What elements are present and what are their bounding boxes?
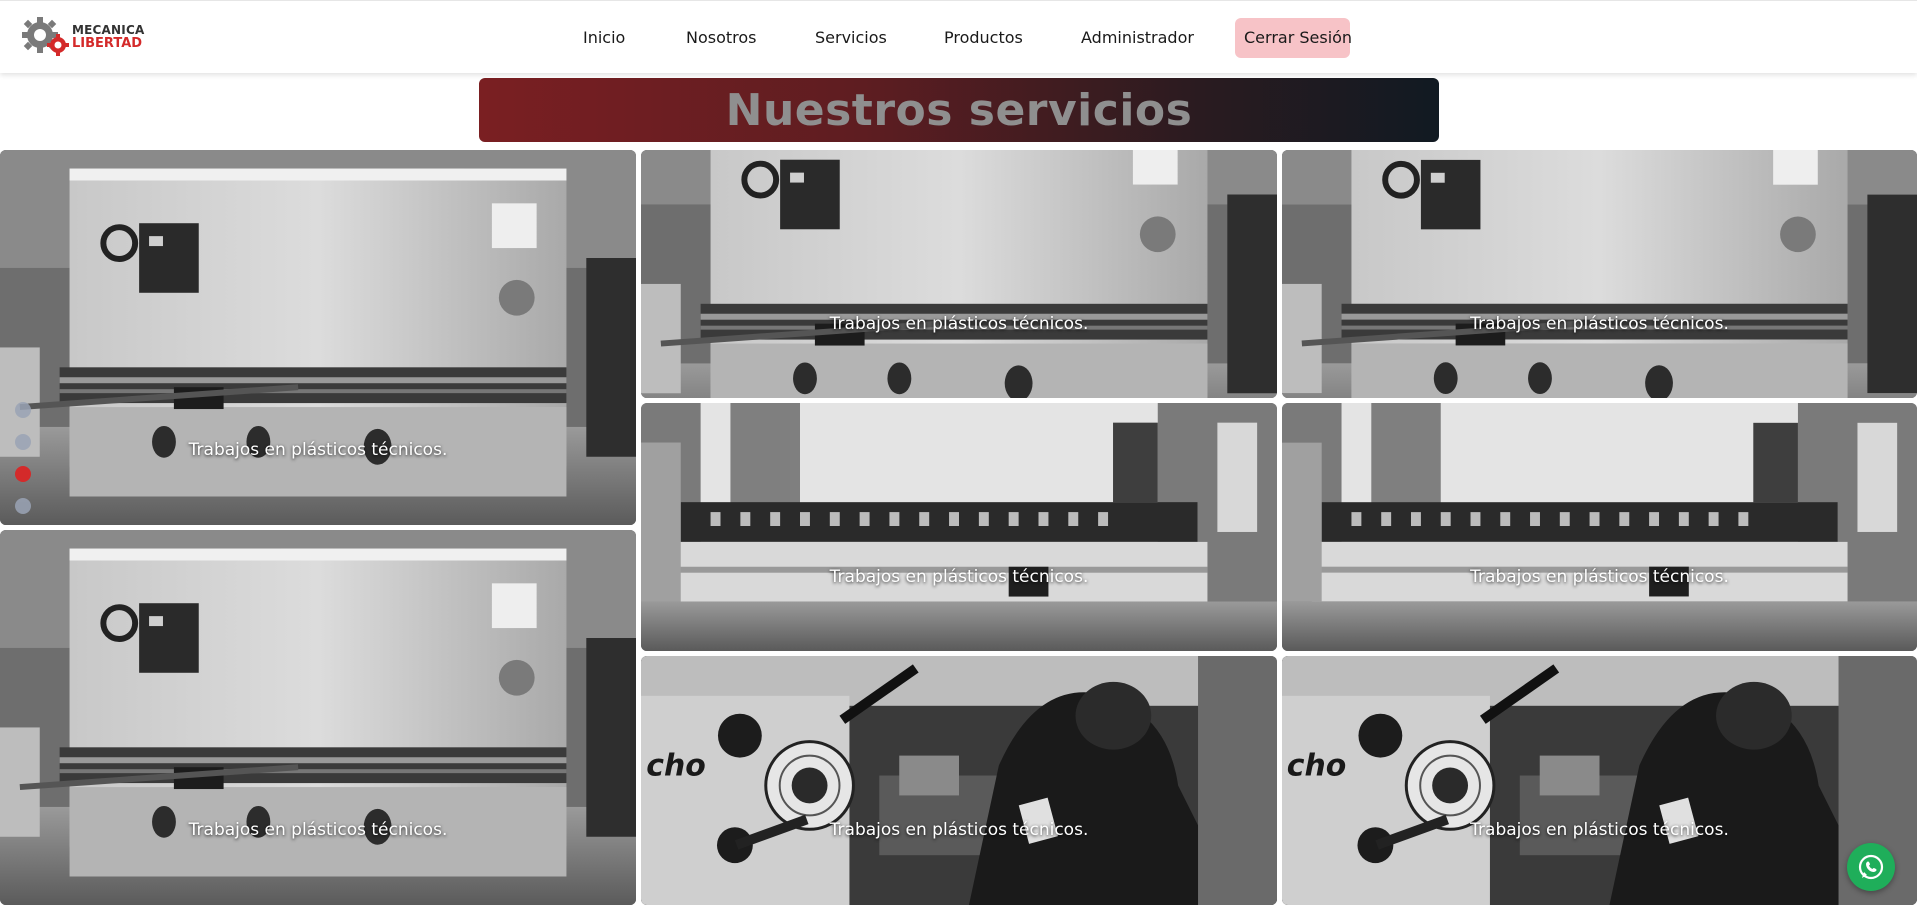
service-card[interactable]: Trabajos en plásticos técnicos. — [1282, 656, 1917, 905]
logout-button[interactable]: Cerrar Sesión — [1235, 18, 1352, 58]
whatsapp-icon — [1858, 854, 1884, 880]
service-card[interactable]: Trabajos en plásticos técnicos. — [641, 403, 1277, 651]
carousel-dot[interactable] — [15, 402, 31, 418]
nav-productos[interactable]: Productos — [944, 18, 1023, 58]
nav-servicios[interactable]: Servicios — [815, 18, 887, 58]
service-photo — [1282, 150, 1917, 398]
nav-inicio[interactable]: Inicio — [583, 18, 625, 58]
service-photo — [641, 403, 1277, 651]
service-caption: Trabajos en plásticos técnicos. — [188, 440, 448, 460]
site-header: MECANICA LIBERTAD Inicio Nosotros Servic… — [0, 0, 1917, 73]
service-photo — [1282, 656, 1917, 905]
service-card[interactable]: Trabajos en plásticos técnicos. — [0, 530, 636, 905]
service-caption: Trabajos en plásticos técnicos. — [1470, 567, 1729, 587]
service-caption: Trabajos en plásticos técnicos. — [1470, 314, 1729, 334]
carousel-indicators — [15, 402, 31, 514]
service-caption: Trabajos en plásticos técnicos. — [1470, 820, 1729, 840]
main-nav: Inicio Nosotros Servicios Productos Admi… — [0, 18, 1917, 58]
service-card[interactable]: Trabajos en plásticos técnicos. — [641, 656, 1277, 905]
whatsapp-button[interactable] — [1847, 843, 1895, 891]
carousel-dot-active[interactable] — [15, 466, 31, 482]
nav-administrador[interactable]: Administrador — [1081, 18, 1194, 58]
carousel-dot[interactable] — [15, 434, 31, 450]
nav-nosotros[interactable]: Nosotros — [686, 18, 757, 58]
service-photo — [0, 530, 636, 905]
page-title-banner: Nuestros servicios — [479, 78, 1439, 142]
service-caption: Trabajos en plásticos técnicos. — [829, 567, 1089, 587]
carousel-dot[interactable] — [15, 498, 31, 514]
service-caption: Trabajos en plásticos técnicos. — [829, 820, 1089, 840]
service-photo — [641, 150, 1277, 398]
service-caption: Trabajos en plásticos técnicos. — [188, 820, 448, 840]
service-photo — [641, 656, 1277, 905]
service-photo — [1282, 403, 1917, 651]
service-card[interactable]: Trabajos en plásticos técnicos. — [641, 150, 1277, 398]
service-card[interactable]: Trabajos en plásticos técnicos. — [1282, 150, 1917, 398]
page-title: Nuestros servicios — [725, 84, 1193, 136]
service-card[interactable]: Trabajos en plásticos técnicos. — [0, 150, 636, 525]
service-caption: Trabajos en plásticos técnicos. — [829, 314, 1089, 334]
service-photo — [0, 150, 636, 525]
service-card[interactable]: Trabajos en plásticos técnicos. — [1282, 403, 1917, 651]
